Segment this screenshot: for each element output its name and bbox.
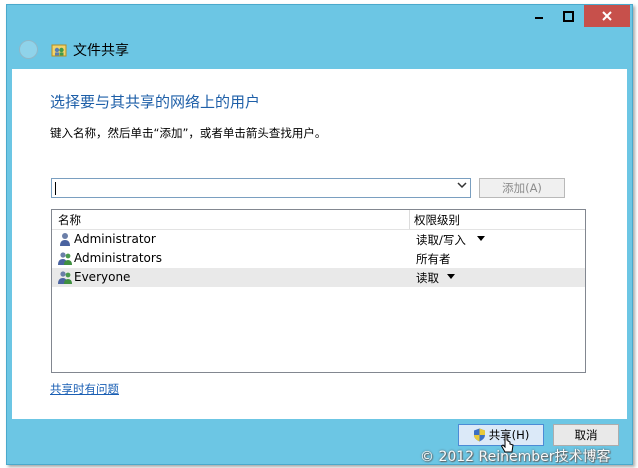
back-button[interactable] xyxy=(19,40,38,59)
user-name-combobox[interactable] xyxy=(51,178,471,198)
group-icon xyxy=(58,252,72,265)
permission-dropdown[interactable]: 读取/写入 xyxy=(416,232,466,248)
watermark: © 2012 Reinember技术博客 xyxy=(420,449,611,465)
window-title: 文件共享 xyxy=(73,43,129,59)
group-icon xyxy=(58,271,72,284)
caret-down-icon[interactable] xyxy=(447,274,455,279)
title-bar: 文件共享 xyxy=(7,5,632,69)
dialog-content: 选择要与其共享的网络上的用户 键入名称，然后单击“添加”，或者单击箭头查找用户。… xyxy=(12,69,627,419)
user-icon xyxy=(60,233,70,246)
cancel-button[interactable]: 取消 xyxy=(553,424,619,446)
sharing-help-link[interactable]: 共享时有问题 xyxy=(50,381,119,397)
minimize-button[interactable] xyxy=(526,5,552,27)
list-header: 名称 权限级别 xyxy=(52,210,585,230)
permission-value: 读取 xyxy=(416,271,439,285)
share-user-list[interactable]: 名称 权限级别 Administrator 读取/写入 Administrato… xyxy=(51,209,586,373)
column-header-name[interactable]: 名称 xyxy=(58,212,81,228)
list-item-name: Administrator xyxy=(74,232,156,246)
close-icon xyxy=(602,11,612,21)
list-item-administrator[interactable]: Administrator 读取/写入 xyxy=(52,230,585,249)
list-item-name: Everyone xyxy=(74,270,131,284)
text-caret xyxy=(55,182,56,195)
instruction-text: 键入名称，然后单击“添加”，或者单击箭头查找用户。 xyxy=(50,126,327,140)
maximize-icon xyxy=(563,10,574,22)
chevron-down-icon[interactable] xyxy=(457,180,467,193)
file-sharing-window: 文件共享 选择要与其共享的网络上的用户 键入名称，然后单击“添加”，或者单击箭头… xyxy=(6,4,633,465)
permission-value: 所有者 xyxy=(416,252,451,266)
page-heading: 选择要与其共享的网络上的用户 xyxy=(50,93,261,111)
caret-down-icon[interactable] xyxy=(477,236,485,241)
add-button[interactable]: 添加(A) xyxy=(479,178,565,198)
minimize-icon xyxy=(535,17,543,19)
column-divider[interactable] xyxy=(409,210,410,229)
file-sharing-icon xyxy=(51,44,67,57)
column-header-permission[interactable]: 权限级别 xyxy=(414,212,460,228)
permission-dropdown[interactable]: 读取 xyxy=(416,270,439,286)
close-button[interactable] xyxy=(584,5,630,27)
uac-shield-icon xyxy=(473,428,485,442)
list-item-everyone[interactable]: Everyone 读取 xyxy=(52,268,585,287)
maximize-button[interactable] xyxy=(555,5,582,27)
permission-value: 读取/写入 xyxy=(416,233,466,247)
list-item-administrators[interactable]: Administrators 所有者 xyxy=(52,249,585,268)
list-item-name: Administrators xyxy=(74,251,163,265)
